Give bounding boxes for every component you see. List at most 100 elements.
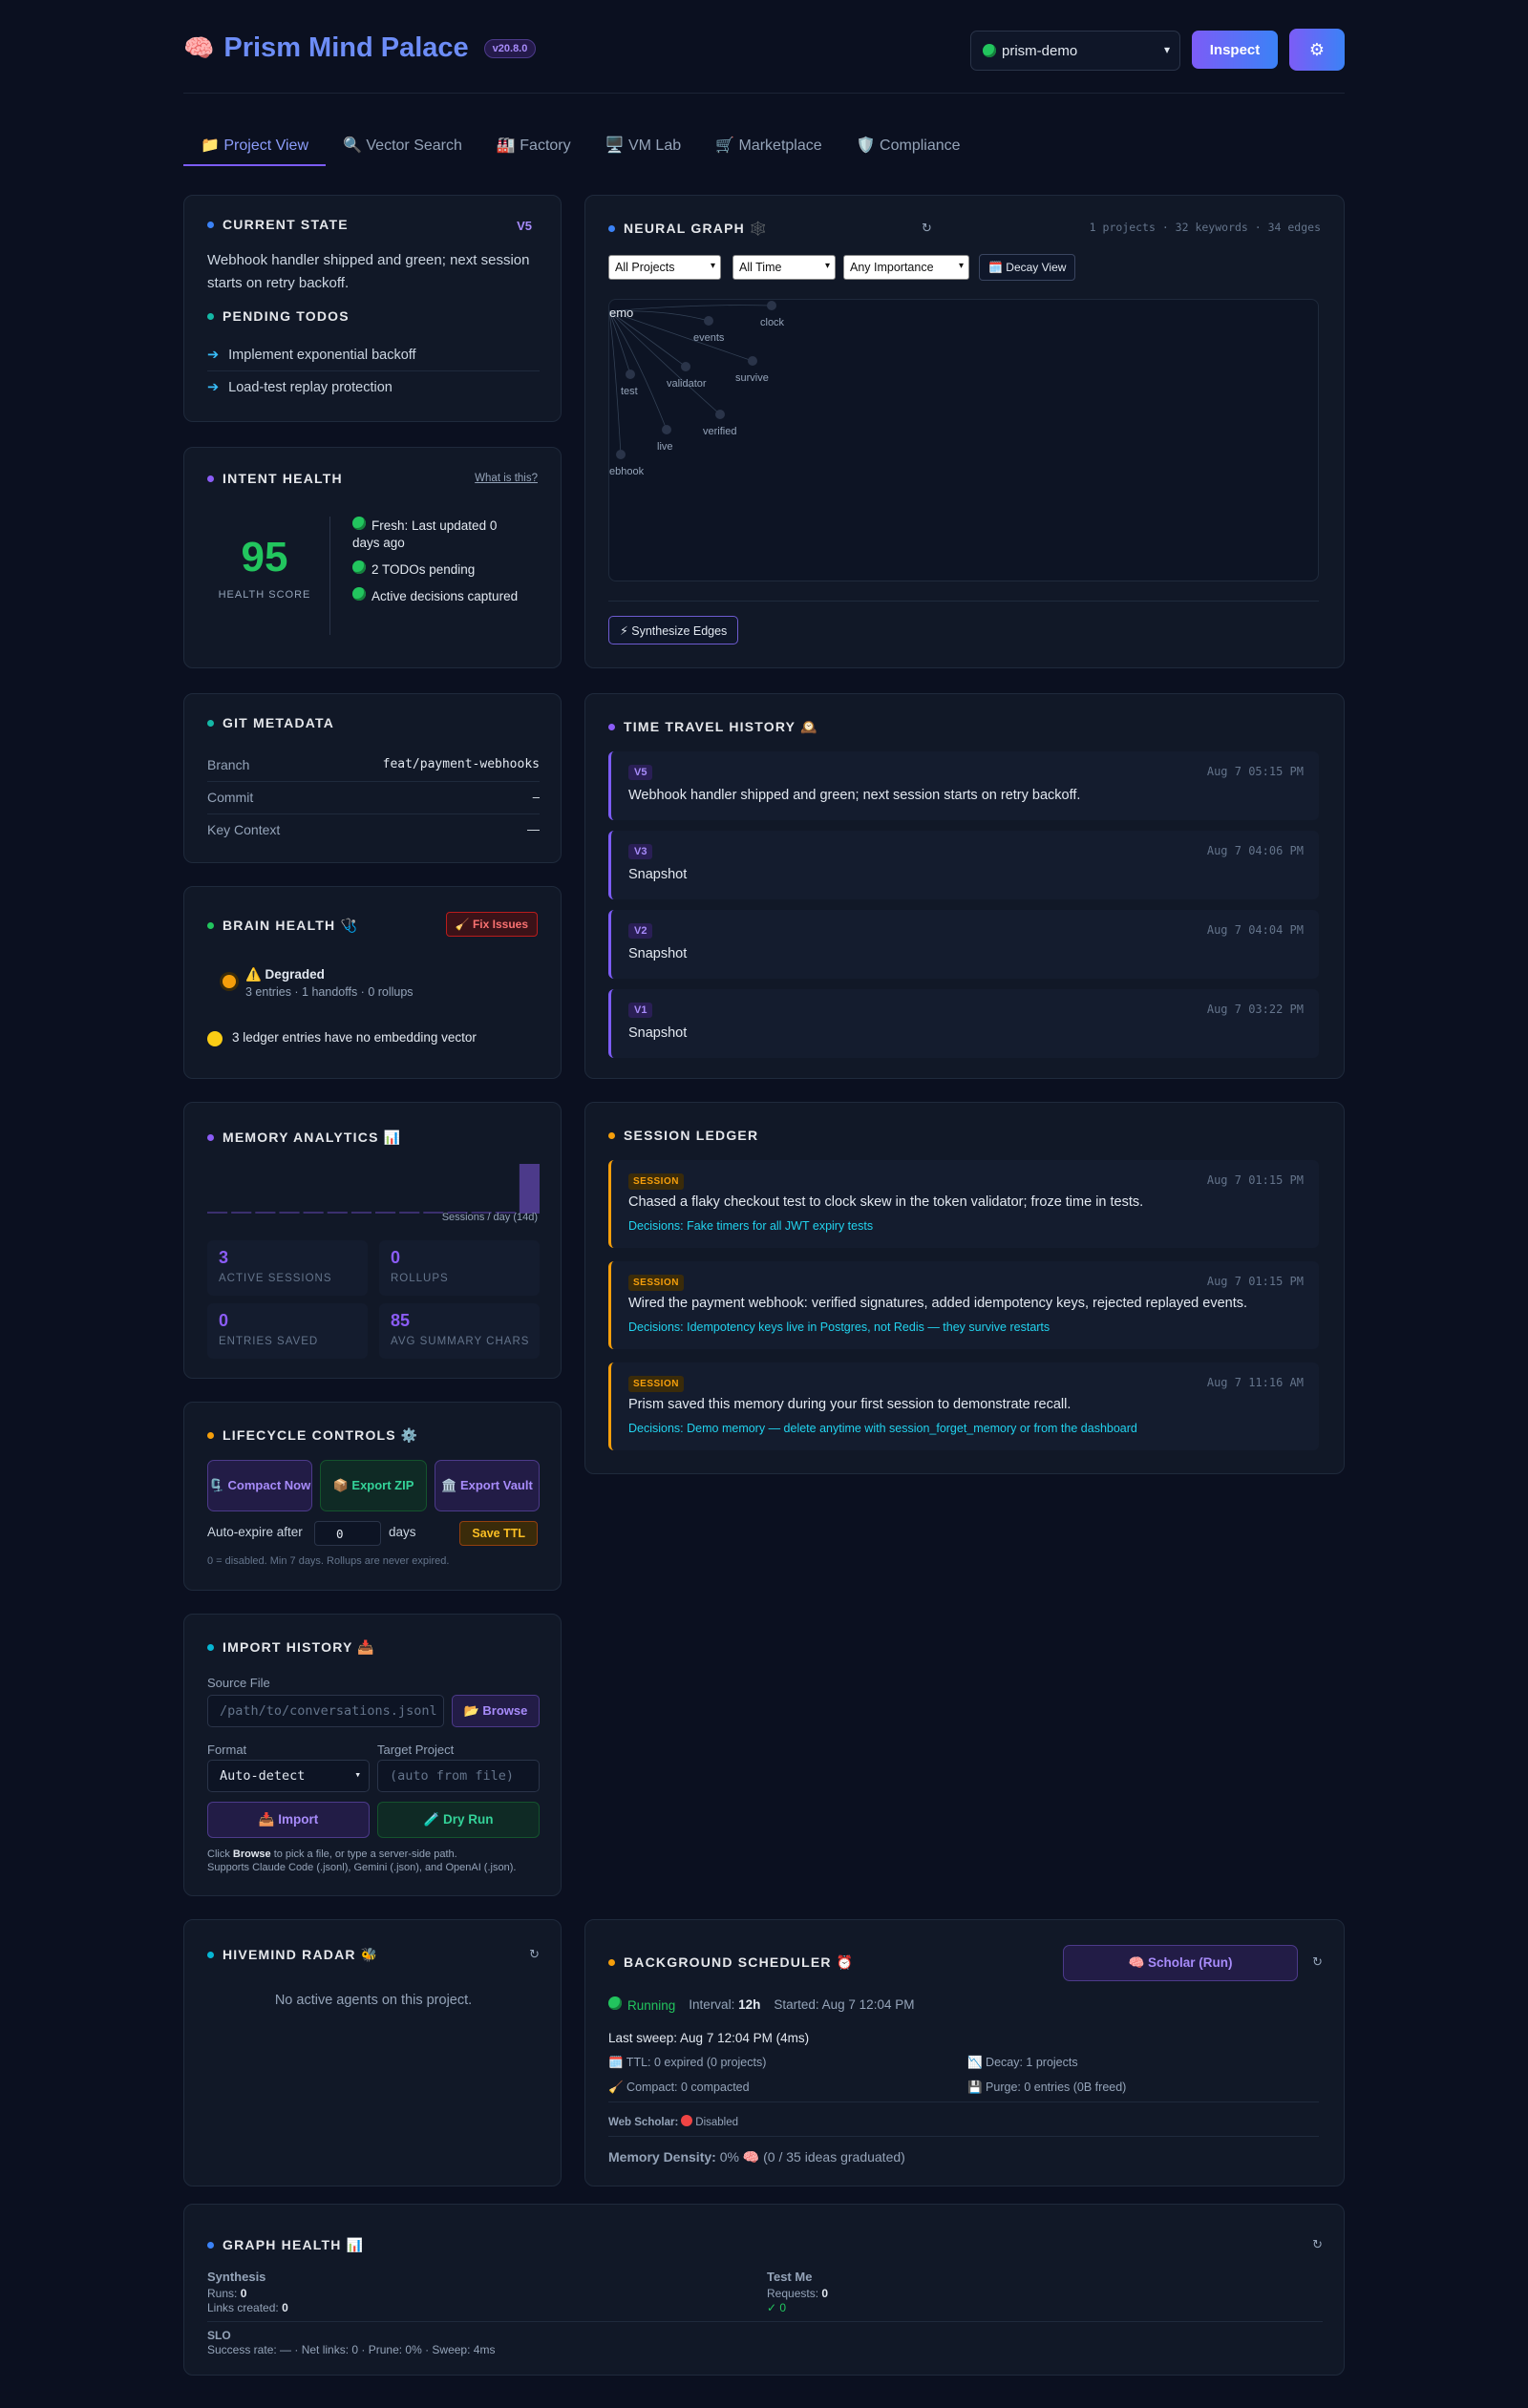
stat-rollups: 0 ROLLUPS bbox=[379, 1240, 540, 1296]
compact-stat: 🧹 Compact: 0 compacted bbox=[608, 2081, 750, 2094]
format-select[interactable]: Auto-detect ▾ bbox=[207, 1760, 370, 1792]
graph-edge bbox=[609, 310, 622, 455]
yellow-dot-icon bbox=[207, 1031, 223, 1046]
neural-graph-title: NEURAL GRAPH 🕸️ bbox=[608, 221, 768, 237]
graph-node[interactable] bbox=[681, 362, 690, 371]
chart-bar bbox=[231, 1212, 252, 1214]
ledger-text: Chased a flaky checkout test to clock sk… bbox=[628, 1194, 1144, 1210]
version-badge: v20.8.0 bbox=[483, 38, 537, 58]
session-badge: SESSION bbox=[628, 1173, 684, 1190]
refresh-icon[interactable]: ↻ bbox=[922, 221, 932, 236]
history-text: Webhook handler shipped and green; next … bbox=[628, 788, 1081, 803]
git-row-key-context: Key Context — bbox=[207, 814, 540, 847]
app-title: Prism Mind Palace bbox=[223, 32, 469, 63]
importance-filter-select[interactable]: Any Importance ▾ bbox=[843, 255, 969, 280]
graph-node[interactable] bbox=[704, 316, 713, 326]
decay-view-button[interactable]: 🗓️ Decay View bbox=[979, 254, 1076, 281]
history-item[interactable]: V1 Aug 7 03:22 PM Snapshot bbox=[608, 989, 1319, 1058]
scholar-run-button[interactable]: 🧠 Scholar (Run) bbox=[1063, 1945, 1298, 1981]
stat-active-sessions: 3 ACTIVE SESSIONS bbox=[207, 1240, 368, 1296]
links-label: Links created: bbox=[207, 2301, 279, 2314]
ledger-entry[interactable]: SESSION Aug 7 01:15 PM Chased a flaky chec… bbox=[608, 1160, 1319, 1248]
tab-project-view[interactable]: 📁 Project View bbox=[183, 126, 327, 166]
history-item[interactable]: V5 Aug 7 05:15 PM Webhook handler shipped … bbox=[608, 751, 1319, 820]
current-state-card: CURRENT STATE V5 Webhook handler shipped… bbox=[183, 195, 562, 422]
what-is-this-link[interactable]: What is this? bbox=[475, 473, 538, 484]
dot-icon bbox=[207, 2242, 214, 2249]
time-travel-card: TIME TRAVEL HISTORY 🕰️ V5 Aug 7 05:15 PM W… bbox=[584, 693, 1345, 1079]
graph-node[interactable] bbox=[662, 425, 671, 434]
refresh-icon[interactable]: ↻ bbox=[1312, 2237, 1323, 2252]
card-title-text: INTENT HEALTH bbox=[223, 471, 343, 486]
brain-icon: 🧠 bbox=[183, 33, 215, 62]
fix-issues-button[interactable]: 🧹 Fix Issues bbox=[445, 912, 538, 937]
settings-button[interactable]: ⚙ bbox=[1289, 29, 1345, 71]
graph-node[interactable] bbox=[715, 410, 725, 419]
tab-vector-search[interactable]: 🔍 Vector Search bbox=[326, 126, 479, 166]
project-filter-select[interactable]: All Projects ▾ bbox=[608, 255, 721, 280]
stat-value: 3 bbox=[219, 1248, 229, 1267]
ledger-text: Wired the payment webhook: verified sign… bbox=[628, 1296, 1248, 1311]
tab-label: Vector Search bbox=[366, 137, 462, 154]
tab-label: Factory bbox=[520, 137, 571, 154]
save-ttl-button[interactable]: Save TTL bbox=[459, 1521, 538, 1546]
help-text: Supports Claude Code (.jsonl), Gemini (.… bbox=[207, 1862, 517, 1873]
export-vault-button[interactable]: 🏛️ Export Vault bbox=[435, 1460, 540, 1511]
main-tabs: 📁 Project View 🔍 Vector Search 🏭 Factory… bbox=[183, 126, 978, 166]
inspect-button[interactable]: Inspect bbox=[1192, 31, 1278, 69]
arrow-right-icon: ➔ bbox=[207, 380, 220, 395]
graph-node[interactable] bbox=[616, 450, 626, 459]
time-filter-select[interactable]: All Time ▾ bbox=[732, 255, 836, 280]
graph-node[interactable] bbox=[748, 356, 757, 366]
purge-stat: 💾 Purge: 0 entries (0B freed) bbox=[967, 2081, 1127, 2094]
card-title-text: BRAIN HEALTH 🩺 bbox=[223, 918, 359, 933]
browse-button[interactable]: 📂 Browse bbox=[452, 1695, 540, 1727]
tab-factory[interactable]: 🏭 Factory bbox=[479, 126, 588, 166]
ledger-entry[interactable]: SESSION Aug 7 01:15 PM Wired the payment w… bbox=[608, 1261, 1319, 1349]
tab-vm-lab[interactable]: 🖥️ VM Lab bbox=[588, 126, 699, 166]
cart-icon: 🛒 bbox=[715, 137, 735, 154]
compact-now-button[interactable]: 🗜️ Compact Now bbox=[207, 1460, 312, 1511]
dot-icon bbox=[608, 1959, 615, 1966]
check-dot-icon bbox=[352, 587, 366, 601]
ledger-entry[interactable]: SESSION Aug 7 11:16 AM Prism saved this me… bbox=[608, 1362, 1319, 1450]
current-state-title: CURRENT STATE bbox=[207, 217, 349, 232]
graph-canvas[interactable]: emo events clock test validator survive … bbox=[608, 299, 1319, 581]
refresh-icon[interactable]: ↻ bbox=[529, 1947, 540, 1962]
tab-compliance[interactable]: 🛡️ Compliance bbox=[839, 126, 978, 166]
history-item[interactable]: V2 Aug 7 04:04 PM Snapshot bbox=[608, 910, 1319, 979]
stat-entries-saved: 0 ENTRIES SAVED bbox=[207, 1303, 368, 1359]
chart-bar bbox=[327, 1212, 348, 1214]
branch-value: feat/payment-webhooks bbox=[382, 757, 540, 771]
disabled-dot-icon bbox=[681, 2115, 693, 2126]
node-label: validator bbox=[667, 378, 707, 390]
graph-node[interactable] bbox=[626, 370, 635, 379]
tab-marketplace[interactable]: 🛒 Marketplace bbox=[698, 126, 839, 166]
refresh-icon[interactable]: ↻ bbox=[1312, 1954, 1323, 1970]
hivemind-radar-card: HIVEMIND RADAR 🐝 ↻ No active agents on t… bbox=[183, 1919, 562, 2186]
project-select[interactable]: prism-demo ▾ bbox=[970, 31, 1180, 71]
brain-health-title: BRAIN HEALTH 🩺 bbox=[207, 918, 358, 934]
lifecycle-controls-card: LIFECYCLE CONTROLS ⚙️ 🗜️ Compact Now 📦 E… bbox=[183, 1402, 562, 1591]
brain-health-card: BRAIN HEALTH 🩺 🧹 Fix Issues ⚠️ Degraded … bbox=[183, 886, 562, 1079]
target-project-input[interactable]: (auto from file) bbox=[377, 1760, 540, 1792]
chart-bar bbox=[255, 1212, 276, 1214]
source-file-input[interactable]: /path/to/conversations.jsonl bbox=[207, 1695, 444, 1727]
export-zip-button[interactable]: 📦 Export ZIP bbox=[320, 1460, 427, 1511]
testme-title: Test Me bbox=[767, 2270, 813, 2284]
version-badge: V2 bbox=[628, 923, 653, 939]
check-dot-icon bbox=[352, 517, 366, 530]
dry-run-button[interactable]: 🧪 Dry Run bbox=[377, 1802, 540, 1838]
help-text: Click bbox=[207, 1848, 233, 1860]
gear-icon: ⚙ bbox=[1308, 39, 1326, 59]
health-check: Fresh: Last updated 0 days ago bbox=[352, 517, 524, 552]
synthesize-edges-button[interactable]: ⚡ Synthesize Edges bbox=[608, 616, 739, 644]
chevron-down-icon: ▾ bbox=[354, 1768, 361, 1781]
import-button[interactable]: 📥 Import bbox=[207, 1802, 370, 1838]
tab-label: Marketplace bbox=[738, 137, 822, 154]
graph-node[interactable] bbox=[767, 301, 776, 310]
ttl-days-input[interactable]: 0 bbox=[314, 1521, 381, 1546]
history-item[interactable]: V3 Aug 7 04:06 PM Snapshot bbox=[608, 831, 1319, 899]
filter-value: Any Importance bbox=[850, 261, 934, 274]
node-label: events bbox=[693, 332, 725, 344]
